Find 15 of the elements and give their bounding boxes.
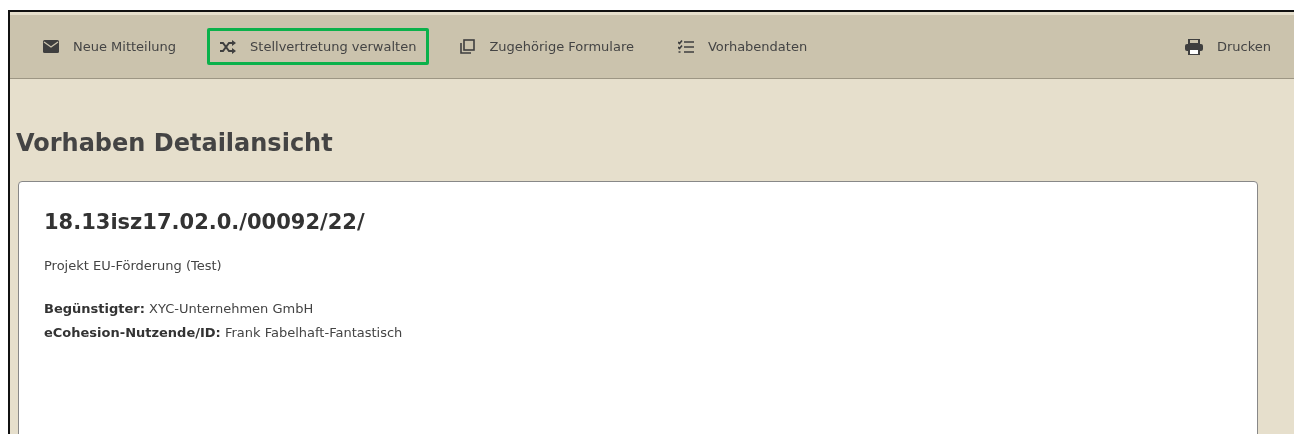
- printer-icon: [1184, 38, 1203, 55]
- copy-icon: [460, 39, 476, 54]
- page-title: Vorhaben Detailansicht: [15, 128, 334, 159]
- detail-field: eCohesion-Nutzende/ID: Frank Fabelhaft-Fantastisch: [44, 321, 1232, 345]
- detail-field: Begünstigter: XYC-Unternehmen GmbH: [44, 297, 1232, 321]
- envelope-icon: [43, 40, 59, 53]
- toolbar-button[interactable]: Zugehörige Formulare: [447, 28, 647, 65]
- shuffle-icon: [220, 39, 237, 54]
- print-button[interactable]: Drucken: [1171, 27, 1284, 66]
- toolbar-button[interactable]: Vorhabendaten: [664, 28, 821, 65]
- project-description: Projekt EU-Förderung (Test): [44, 258, 223, 273]
- toolbar-button[interactable]: Neue Mitteilung: [30, 28, 190, 65]
- checklist-icon: [677, 39, 694, 54]
- toolbar-button[interactable]: Stellvertretung verwalten: [207, 28, 430, 65]
- project-number: 18.13isz17.02.0./00092/22/: [44, 210, 366, 234]
